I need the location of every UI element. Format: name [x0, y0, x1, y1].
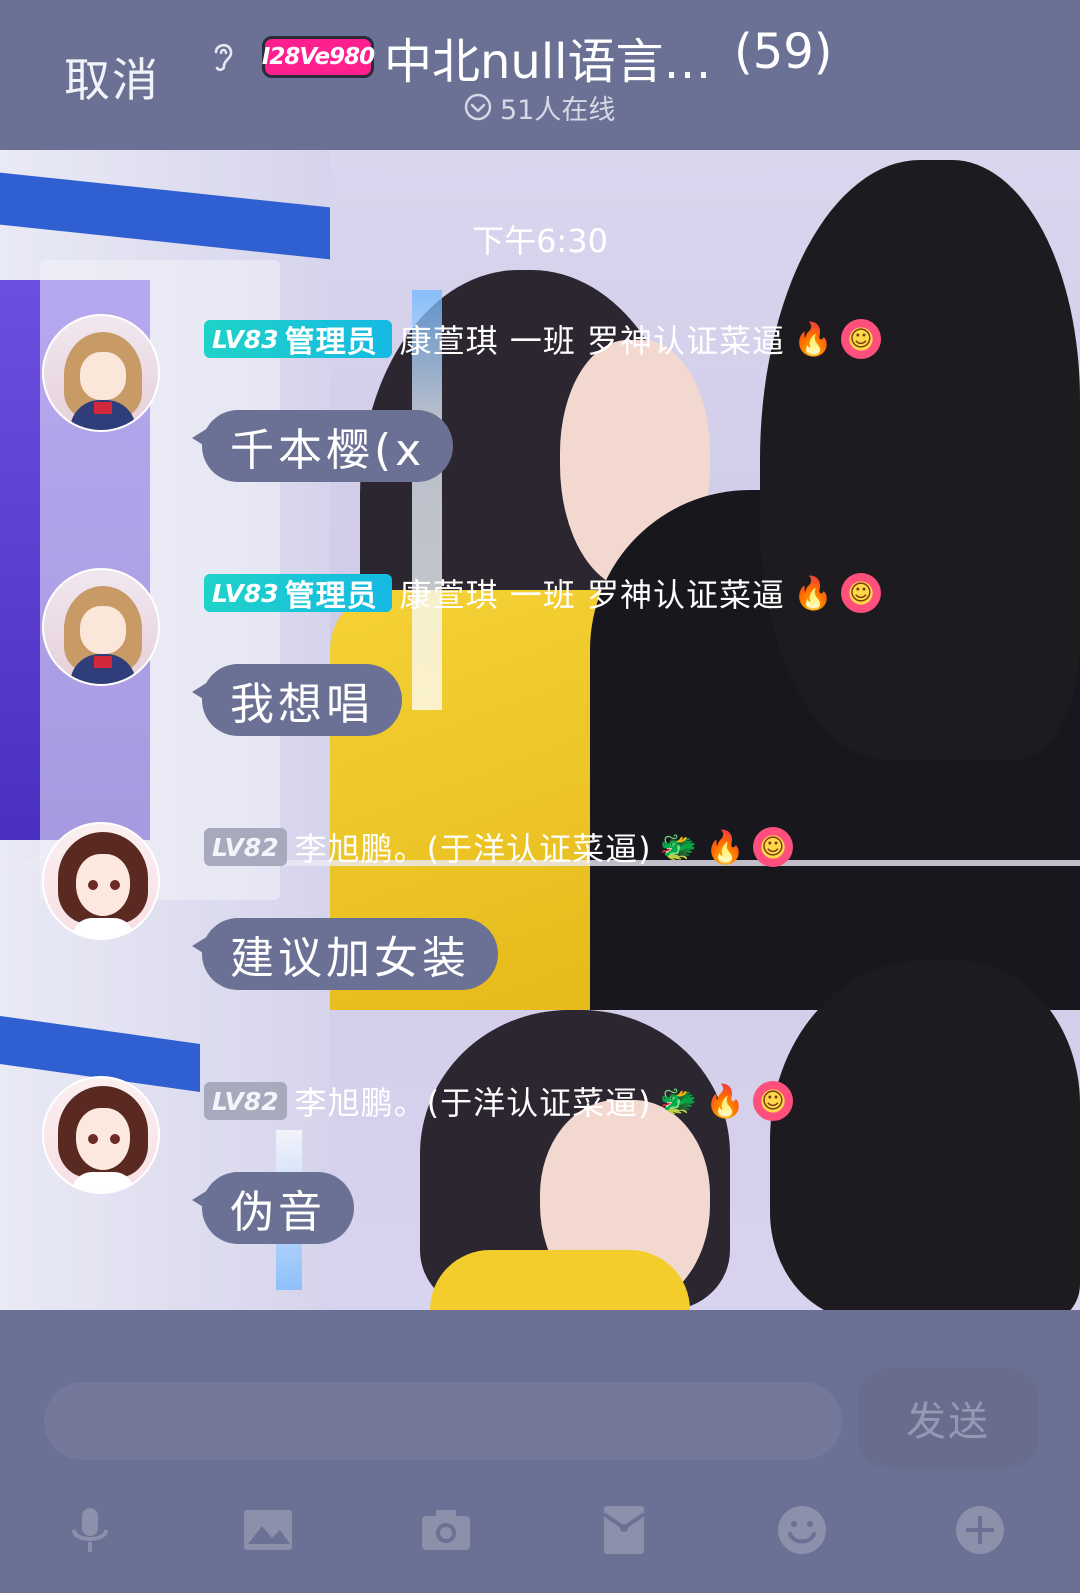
chat-screen: 取消 I28Ve980 中北null语言… (59) 51人在线 下午6:30 …	[0, 0, 1080, 1593]
sender-name[interactable]: 李旭鹏。(于洋认证菜逼)	[295, 1078, 652, 1124]
avatar[interactable]	[42, 568, 160, 686]
sender-info: LV83 管理员 康萱琪 一班 罗神认证菜逼 🔥 ☺	[204, 316, 881, 362]
level-badge: LV83 管理员	[204, 574, 392, 614]
dragon-icon: 🐲	[659, 829, 697, 865]
online-check-icon	[464, 93, 492, 121]
brand-badge: I28Ve980	[262, 36, 375, 78]
input-bar: 发送	[0, 1310, 1080, 1593]
ear-icon[interactable]	[208, 38, 238, 74]
member-count: (59)	[734, 24, 833, 80]
sender-info: LV83 管理员 康萱琪 一班 罗神认证菜逼 🔥 ☺	[204, 570, 881, 616]
smile-flower-icon: ☺	[752, 827, 793, 867]
role-badge: 管理员	[284, 325, 378, 360]
online-count-text: 51人在线	[500, 94, 616, 126]
dragon-icon: 🐲	[659, 1083, 697, 1119]
smile-flower-icon: ☺	[840, 319, 881, 359]
red-packet-icon[interactable]	[596, 1502, 652, 1558]
message-bubble[interactable]: 我想唱	[192, 664, 402, 736]
level-badge: LV82	[204, 828, 287, 866]
chat-message-list[interactable]: 下午6:30 LV83 管理员 康萱琪 一班 罗神认证菜逼 🔥 ☺ 千本樱(x	[0, 150, 1080, 1310]
avatar[interactable]	[42, 1076, 160, 1194]
emoji-icon[interactable]	[774, 1502, 830, 1558]
role-badge: 管理员	[284, 579, 378, 614]
message-bubble[interactable]: 伪音	[192, 1172, 354, 1244]
fire-icon: 🔥	[793, 320, 833, 358]
message-input[interactable]	[44, 1382, 842, 1460]
fire-icon: 🔥	[704, 828, 745, 866]
avatar[interactable]	[42, 314, 160, 432]
send-button[interactable]: 发送	[858, 1368, 1038, 1468]
message-timestamp: 下午6:30	[472, 222, 608, 260]
image-icon[interactable]	[240, 1502, 296, 1558]
level-badge: LV82	[204, 1082, 287, 1120]
microphone-icon[interactable]	[62, 1502, 118, 1558]
cancel-button[interactable]: 取消	[64, 44, 160, 110]
header-bar: 取消 I28Ve980 中北null语言… (59) 51人在线	[0, 0, 1080, 150]
sender-info: LV82 李旭鹏。(于洋认证菜逼) 🐲 🔥 ☺	[204, 824, 793, 870]
smile-flower-icon: ☺	[840, 573, 881, 613]
sender-info: LV82 李旭鹏。(于洋认证菜逼) 🐲 🔥 ☺	[204, 1078, 793, 1124]
background-photo	[770, 960, 1080, 1310]
sender-name[interactable]: 李旭鹏。(于洋认证菜逼)	[295, 824, 652, 870]
message-bubble[interactable]: 建议加女装	[192, 918, 498, 990]
fire-icon: 🔥	[704, 1082, 745, 1120]
input-toolbar	[0, 1480, 1080, 1590]
message-bubble[interactable]: 千本樱(x	[191, 410, 454, 482]
fire-icon: 🔥	[793, 574, 833, 612]
plus-icon[interactable]	[952, 1502, 1008, 1558]
online-status[interactable]: 51人在线	[464, 90, 616, 126]
smile-flower-icon: ☺	[752, 1081, 793, 1121]
level-badge: LV83 管理员	[204, 320, 392, 360]
sender-name[interactable]: 康萱琪 一班 罗神认证菜逼	[400, 570, 785, 616]
sender-name[interactable]: 康萱琪 一班 罗神认证菜逼	[400, 316, 785, 362]
background-photo	[430, 1250, 690, 1310]
level-text: LV83	[212, 578, 279, 608]
avatar[interactable]	[42, 822, 160, 940]
level-text: LV83	[212, 324, 279, 354]
camera-icon[interactable]	[418, 1502, 474, 1558]
group-title[interactable]: 中北null语言…	[384, 22, 712, 92]
